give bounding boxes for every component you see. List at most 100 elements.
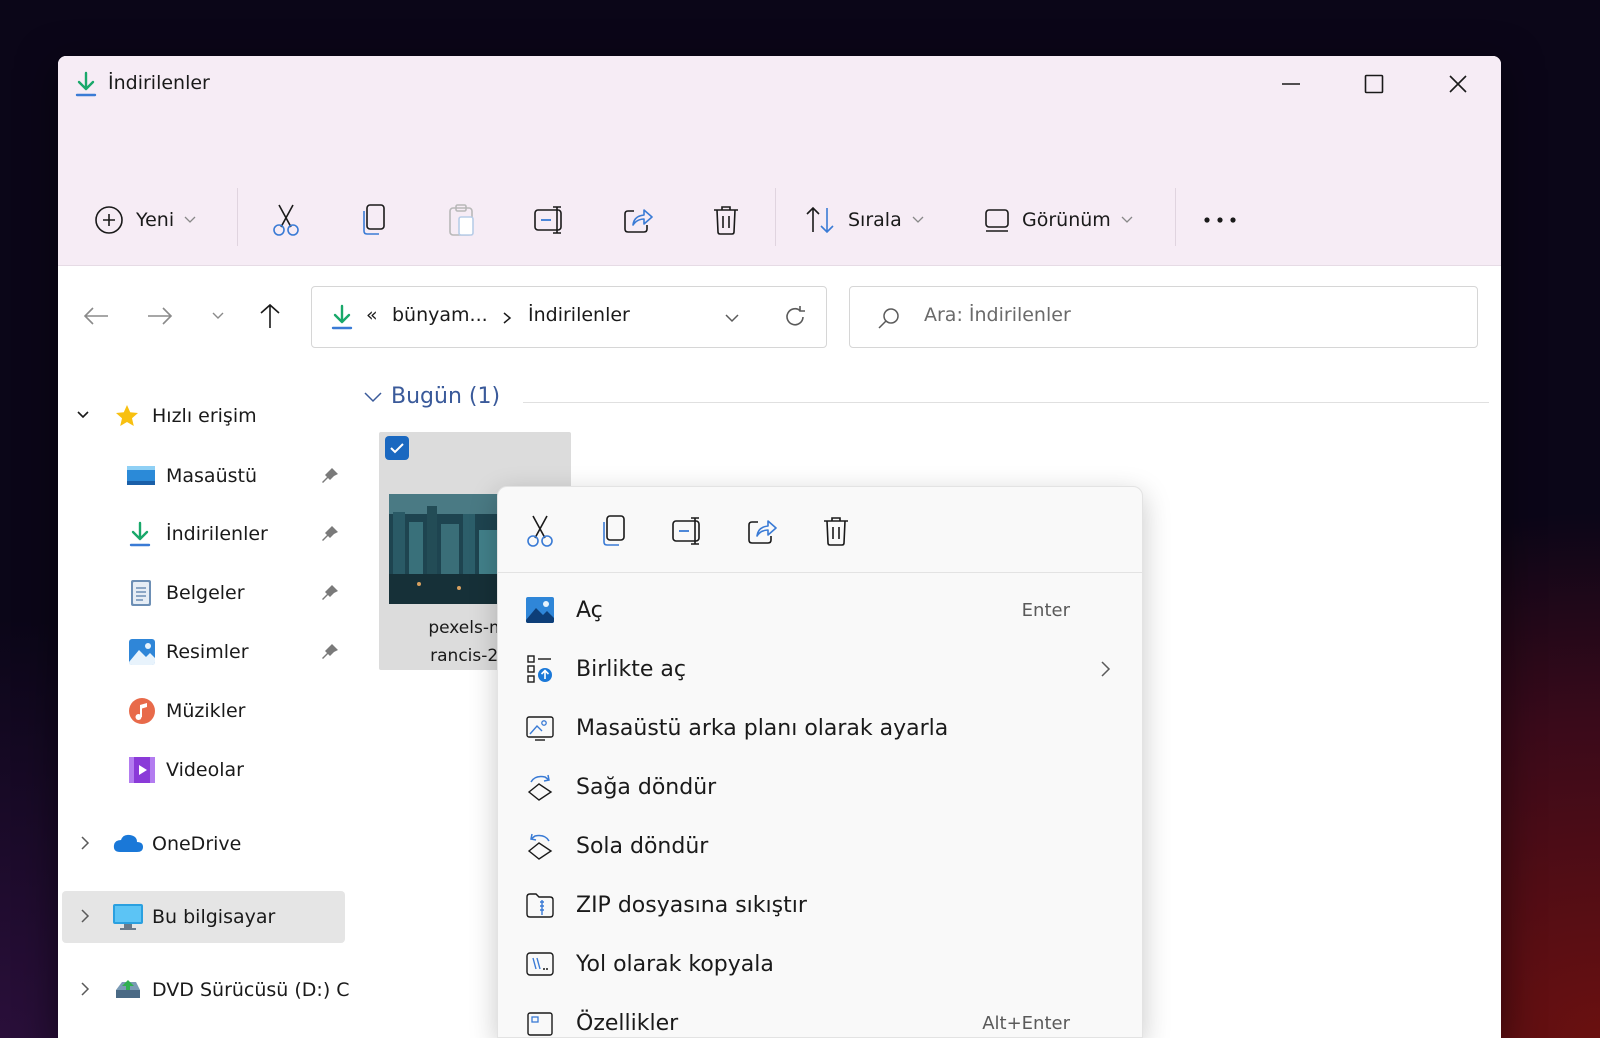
context-item-shortcut: Alt+Enter [982, 1012, 1070, 1034]
more-options-button[interactable] [1198, 198, 1242, 242]
sidebar-item-label: Masaüstü [166, 465, 258, 487]
context-quick-actions [498, 487, 1142, 573]
recent-locations-button[interactable] [198, 296, 238, 336]
sidebar-item-downloads[interactable]: İndirilenler [62, 508, 348, 560]
close-button[interactable] [1416, 56, 1500, 112]
sidebar-item-label: Bu bilgisayar [152, 906, 276, 928]
new-label: Yeni [136, 209, 175, 231]
more-icon [1204, 217, 1236, 223]
view-button[interactable]: Görünüm [984, 198, 1133, 242]
sidebar-item-quick-access[interactable]: Hızlı erişim [62, 390, 348, 442]
checkmark-icon [390, 443, 404, 454]
download-icon [331, 304, 353, 330]
close-icon [1449, 75, 1467, 93]
context-rename-button[interactable] [666, 509, 710, 553]
chevron-right-icon[interactable] [80, 981, 90, 997]
context-item-label: Masaüstü arka planı olarak ayarla [576, 715, 949, 741]
zip-icon [524, 889, 556, 921]
search-placeholder: Ara: İndirilenler [924, 304, 1071, 326]
context-item-shortcut: Enter [1021, 599, 1070, 621]
delete-button[interactable] [706, 198, 746, 242]
share-button[interactable] [618, 198, 658, 242]
chevron-down-icon[interactable] [724, 313, 740, 323]
breadcrumb-user[interactable]: bünyam... [392, 304, 488, 326]
context-item-compress-zip[interactable]: ZIP dosyasına sıkıştır [498, 877, 1142, 933]
search-box[interactable]: Ara: İndirilenler [849, 286, 1478, 348]
paste-icon [449, 204, 474, 236]
arrow-up-icon [260, 303, 280, 328]
pin-icon[interactable] [320, 642, 340, 662]
context-item-rotate-left[interactable]: Sola döndür [498, 818, 1142, 874]
download-icon [75, 71, 97, 97]
context-item-rotate-right[interactable]: Sağa döndür [498, 759, 1142, 815]
chevron-right-icon[interactable] [80, 908, 90, 924]
documents-icon [131, 580, 151, 606]
context-delete-button[interactable] [814, 509, 858, 553]
delete-icon [824, 517, 848, 546]
wallpaper-icon [524, 712, 556, 744]
cloud-icon [113, 834, 143, 852]
copy-path-icon [524, 948, 556, 980]
star-icon [116, 405, 138, 426]
maximize-button[interactable] [1332, 56, 1416, 112]
sidebar-item-label: Müzikler [166, 700, 246, 722]
context-item-label: Özellikler [576, 1010, 679, 1036]
context-share-button[interactable] [740, 509, 784, 553]
chevron-down-icon[interactable] [76, 410, 90, 420]
sidebar-item-this-pc[interactable]: Bu bilgisayar [62, 891, 345, 943]
sidebar-item-dvd-drive[interactable]: DVD Sürücüsü (D:) C [62, 964, 350, 1016]
breadcrumb-downloads[interactable]: İndirilenler [528, 304, 630, 326]
search-icon [878, 308, 899, 329]
sidebar-item-label: Resimler [166, 641, 249, 663]
group-label: Bugün (1) [391, 384, 501, 409]
chevron-down-icon [912, 216, 924, 223]
sidebar-item-label: Videolar [166, 759, 244, 781]
rename-button[interactable] [530, 198, 570, 242]
sidebar-item-pictures[interactable]: Resimler [62, 626, 348, 678]
context-item-properties[interactable]: Özellikler Alt+Enter [498, 995, 1142, 1037]
context-item-copy-as-path[interactable]: Yol olarak kopyala [498, 936, 1142, 992]
desktop-icon [127, 466, 155, 485]
cut-icon [273, 204, 299, 236]
context-cut-button[interactable] [518, 509, 562, 553]
open-with-icon [524, 653, 556, 685]
window-title: İndirilenler [108, 72, 210, 94]
sidebar-item-videos[interactable]: Videolar [62, 744, 348, 796]
up-button[interactable] [250, 296, 290, 336]
context-copy-button[interactable] [592, 509, 636, 553]
sidebar-item-desktop[interactable]: Masaüstü [62, 450, 348, 502]
pin-icon[interactable] [320, 524, 340, 544]
sidebar-item-music[interactable]: Müzikler [62, 685, 348, 737]
paste-button[interactable] [442, 198, 482, 242]
sidebar-item-onedrive[interactable]: OneDrive [62, 818, 348, 870]
address-bar[interactable]: « bünyam... İndirilenler [311, 286, 827, 348]
copy-button[interactable] [354, 198, 394, 242]
arrow-right-icon [148, 307, 173, 325]
chevron-down-icon [1121, 216, 1133, 223]
sort-button[interactable]: Sırala [804, 198, 924, 242]
sidebar-item-label: Hızlı erişim [152, 405, 257, 427]
cut-icon [527, 515, 553, 547]
group-header-today[interactable]: Bugün (1) [363, 384, 500, 409]
cut-button[interactable] [266, 198, 306, 242]
rotate-right-icon [524, 771, 556, 803]
pin-icon[interactable] [320, 583, 340, 603]
computer-icon [113, 904, 143, 930]
context-item-open-with[interactable]: Birlikte aç [498, 641, 1142, 697]
dvd-drive-icon [116, 980, 140, 998]
context-item-set-wallpaper[interactable]: Masaüstü arka planı olarak ayarla [498, 700, 1142, 756]
rotate-left-icon [524, 830, 556, 862]
selection-checkbox[interactable] [385, 436, 409, 460]
new-button[interactable]: Yeni [94, 198, 196, 242]
forward-button[interactable] [140, 296, 180, 336]
view-icon [985, 209, 1009, 232]
minimize-button[interactable] [1249, 56, 1333, 112]
refresh-icon[interactable] [782, 304, 808, 330]
chevron-right-icon[interactable] [80, 835, 90, 851]
breadcrumb-overflow[interactable]: « [366, 304, 378, 326]
sidebar-item-documents[interactable]: Belgeler [62, 567, 348, 619]
chevron-down-icon [212, 312, 224, 319]
context-item-open[interactable]: Aç Enter [498, 582, 1142, 638]
back-button[interactable] [76, 296, 116, 336]
pin-icon[interactable] [320, 466, 340, 486]
